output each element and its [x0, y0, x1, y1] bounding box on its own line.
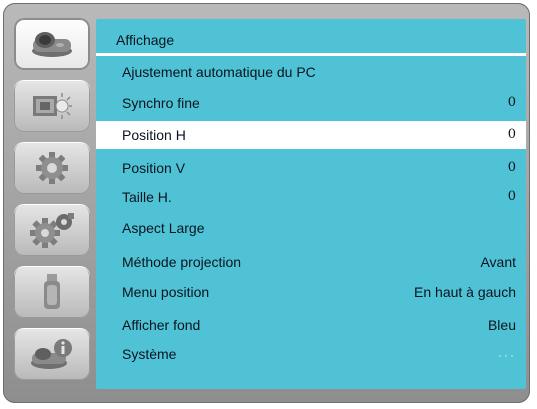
menu-item-system[interactable]: Système ···: [96, 340, 526, 368]
menu-item-h-size[interactable]: Taille H. 0: [96, 183, 526, 211]
menu-item-value: Avant: [480, 254, 516, 270]
sidebar-item-expanded-setting[interactable]: [14, 204, 90, 256]
menu-item-label: Méthode projection: [122, 254, 242, 270]
sidebar-item-image[interactable]: [14, 80, 90, 132]
panel-title: Affichage: [116, 32, 175, 48]
menu-item-label: Aspect Large: [122, 220, 205, 236]
header-divider: [96, 53, 526, 56]
menu-item-fine-sync[interactable]: Synchro fine 0: [96, 89, 526, 117]
menu-item-aspect[interactable]: Aspect Large: [96, 214, 526, 242]
menu-item-label: Afficher fond: [122, 317, 201, 333]
menu-panel: Affichage Ajustement automatique du PC S…: [96, 19, 526, 389]
image-adjust-icon: [31, 90, 73, 122]
menu-item-label: Ajustement automatique du PC: [122, 64, 316, 80]
menu-item-projection-method[interactable]: Méthode projection Avant: [96, 248, 526, 276]
menu-item-menu-position[interactable]: Menu position En haut à gauch: [96, 278, 526, 306]
menu-item-value: En haut à gauch: [414, 284, 516, 300]
menu-item-value: 0: [507, 95, 516, 110]
usb-icon: [40, 273, 64, 311]
gear-icon: [34, 150, 70, 186]
menu-item-label: Menu position: [122, 284, 210, 300]
menu-item-background[interactable]: Afficher fond Bleu: [96, 311, 526, 339]
sidebar-item-information[interactable]: [14, 328, 90, 380]
sidebar-item-memory-viewer[interactable]: [14, 266, 90, 318]
info-icon: [29, 337, 75, 371]
display-icon: [29, 29, 75, 59]
menu-item-value: Bleu: [487, 317, 516, 333]
sidebar-item-display[interactable]: [14, 18, 90, 70]
menu-item-value: 0: [507, 127, 516, 142]
menu-item-label: Taille H.: [122, 189, 172, 205]
sidebar-item-setting[interactable]: [14, 142, 90, 194]
gear-advanced-icon: [29, 212, 75, 248]
menu-item-more-indicator: ···: [498, 348, 516, 362]
panel-header: Affichage: [96, 19, 526, 56]
menu-item-label: Position H: [122, 127, 186, 143]
menu-item-value: 0: [507, 160, 516, 175]
menu-item-auto-pc-adj[interactable]: Ajustement automatique du PC: [96, 58, 526, 86]
menu-item-value: 0: [507, 189, 516, 204]
menu-item-label: Système: [122, 346, 177, 362]
sidebar: [10, 18, 94, 388]
menu-item-v-position[interactable]: Position V 0: [96, 154, 526, 182]
menu-item-label: Synchro fine: [122, 95, 200, 111]
menu-item-label: Position V: [122, 160, 186, 176]
menu-item-h-position[interactable]: Position H 0: [96, 121, 526, 149]
